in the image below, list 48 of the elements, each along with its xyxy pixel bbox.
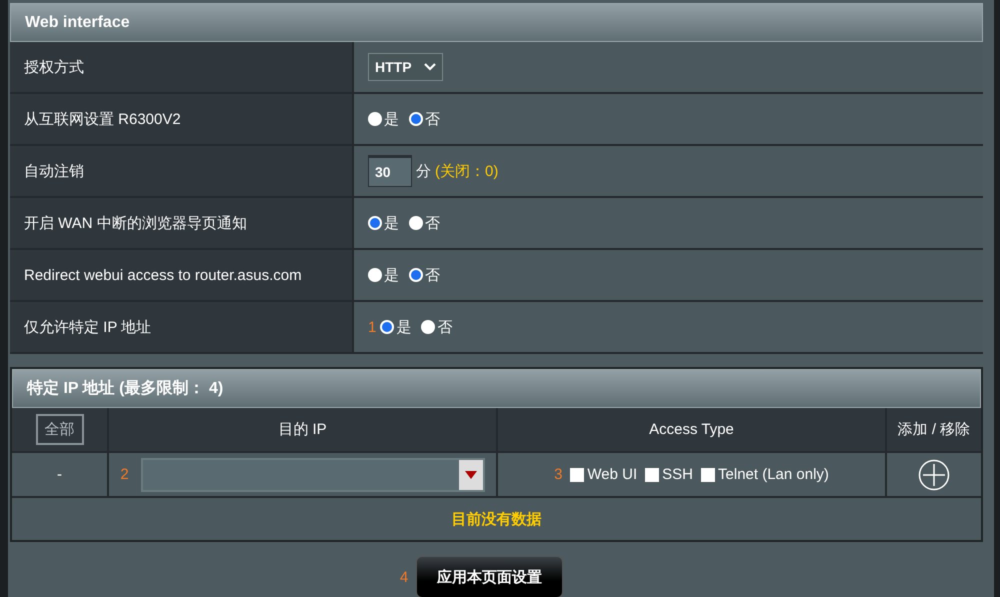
dropdown-arrow-icon[interactable]: [464, 470, 477, 478]
radio-label: 是: [384, 214, 399, 232]
radio-label: 是: [384, 266, 399, 284]
setting-label: 自动注销: [10, 146, 354, 196]
chevron-icon: [424, 63, 436, 71]
setting-label: 授权方式: [10, 42, 354, 92]
annotation-number: 2: [120, 466, 129, 483]
radio-button[interactable]: [368, 216, 382, 230]
checkbox[interactable]: [645, 468, 660, 482]
add-icon[interactable]: [918, 458, 950, 490]
radio-button[interactable]: [409, 216, 423, 230]
hint-text: (关闭：0): [435, 162, 498, 180]
radio-label: 否: [425, 266, 440, 284]
checkbox-label: Telnet (Lan only): [718, 466, 829, 483]
section-header: 特定 IP 地址 (最多限制： 4): [12, 369, 981, 408]
radio-button[interactable]: [421, 320, 436, 334]
unit-label: 分: [416, 162, 431, 180]
setting-label: 开启 WAN 中断的浏览器导页通知: [10, 198, 354, 248]
column-header: 目的 IP: [278, 420, 327, 439]
checkbox-label: Web UI: [587, 466, 638, 483]
annotation-number: 3: [554, 466, 562, 483]
setting-label: 从互联网设置 R6300V2: [10, 94, 354, 144]
radio-label: 否: [425, 214, 440, 232]
checkbox[interactable]: [701, 468, 716, 482]
section-header: Web interface: [10, 3, 983, 42]
setting-label: 仅允许特定 IP 地址: [10, 302, 354, 352]
setting-label: Redirect webui access to router.asus.com: [10, 250, 354, 300]
radio-button[interactable]: [368, 268, 382, 282]
radio-label: 否: [437, 318, 452, 336]
number-field[interactable]: 30: [368, 155, 412, 187]
radio-label: 是: [396, 318, 412, 336]
select-all-button[interactable]: 全部: [36, 414, 84, 445]
checkbox[interactable]: [570, 468, 584, 482]
dropdown[interactable]: HTTP: [368, 53, 443, 81]
radio-button[interactable]: [409, 268, 423, 282]
radio-button[interactable]: [380, 320, 394, 334]
apply-button[interactable]: 应用本页面设置: [416, 556, 564, 597]
row-marker: -: [57, 466, 62, 483]
radio-button[interactable]: [368, 112, 382, 126]
column-header: Access Type: [649, 421, 734, 438]
radio-label: 否: [425, 110, 440, 128]
annotation-number: 4: [400, 568, 408, 586]
radio-label: 是: [384, 110, 399, 128]
column-header: 添加 / 移除: [898, 420, 970, 439]
checkbox-label: SSH: [662, 466, 694, 483]
radio-button[interactable]: [409, 112, 423, 126]
annotation-number: 1: [368, 318, 376, 336]
ip-combo-field[interactable]: [140, 458, 485, 492]
